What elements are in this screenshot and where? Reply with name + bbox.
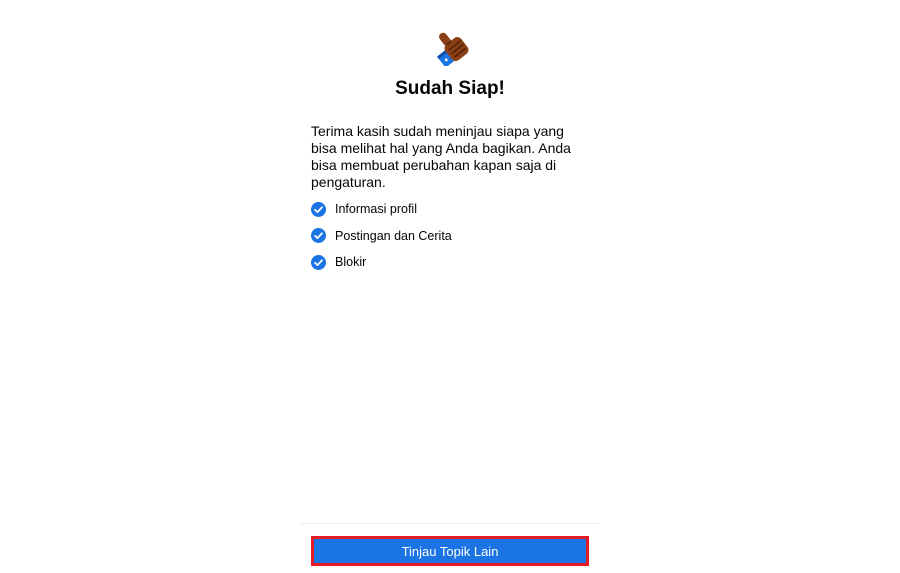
list-item-blocking: Blokir [311,254,452,270]
list-item-label: Blokir [335,255,367,269]
footer-divider [300,523,600,524]
page-title: Sudah Siap! [395,78,505,99]
description-text: Terima kasih sudah meninjau siapa yang b… [311,123,571,190]
list-item-posts-stories: Postingan dan Cerita [311,228,452,244]
content-column: Sudah Siap! Terima kasih sudah meninjau … [300,0,600,573]
reviewed-topics-list: Informasi profil Postingan dan Cerita Bl… [311,201,452,281]
screen: Sudah Siap! Terima kasih sudah meninjau … [0,0,900,573]
check-circle-icon [311,254,326,270]
list-item-label: Informasi profil [335,202,417,216]
check-circle-icon [311,201,326,217]
list-item-label: Postingan dan Cerita [335,228,452,243]
thumbs-up-icon [437,32,469,66]
review-other-topic-button[interactable]: Tinjau Topik Lain [311,536,589,566]
check-circle-icon [311,228,326,243]
list-item-profile-info: Informasi profil [311,201,452,217]
